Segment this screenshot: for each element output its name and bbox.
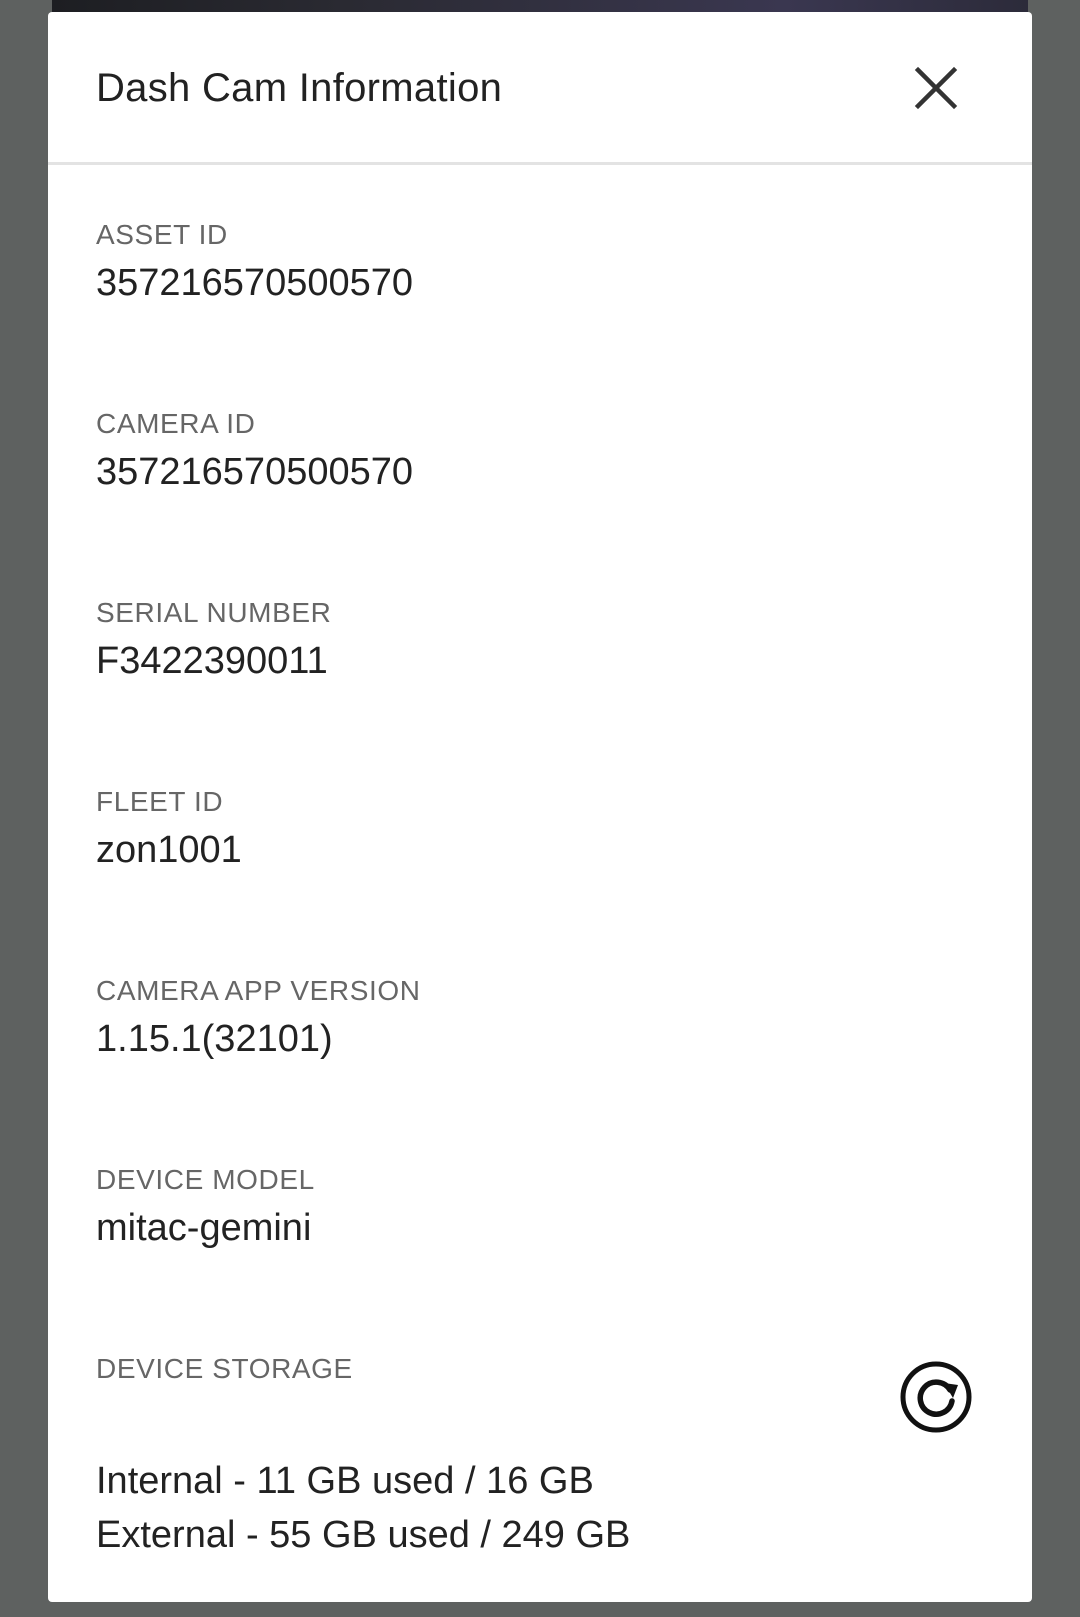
camera-id-value: 357216570500570	[96, 451, 414, 493]
serial-number-label: SERIAL NUMBER	[96, 597, 332, 628]
external-storage-text: External - 55 GB used / 249 GB	[96, 1514, 631, 1556]
asset-id-field: ASSET ID 357216570500570	[96, 218, 413, 306]
device-storage-label: DEVICE STORAGE	[96, 1353, 353, 1384]
asset-id-label: ASSET ID	[96, 219, 228, 250]
refresh-icon	[900, 1361, 972, 1433]
refresh-storage-button[interactable]	[898, 1359, 974, 1435]
close-icon	[914, 66, 958, 110]
storage-details: Internal - 11 GB used / 16 GB External -…	[96, 1454, 630, 1562]
fleet-id-label: FLEET ID	[96, 786, 224, 817]
fleet-id-field: FLEET ID zon1001	[96, 785, 242, 873]
camera-app-version-value: 1.15.1(32101)	[96, 1018, 333, 1060]
serial-number-field: SERIAL NUMBER F3422390011	[96, 596, 331, 684]
camera-id-field: CAMERA ID 357216570500570	[96, 407, 413, 495]
serial-number-value: F3422390011	[96, 640, 328, 682]
device-model-value: mitac-gemini	[96, 1207, 312, 1249]
close-button[interactable]	[908, 60, 964, 116]
asset-id-value: 357216570500570	[96, 262, 414, 304]
camera-app-version-label: CAMERA APP VERSION	[96, 975, 421, 1006]
device-model-field: DEVICE MODEL mitac-gemini	[96, 1163, 315, 1251]
device-storage-field: DEVICE STORAGE	[96, 1352, 353, 1386]
camera-id-label: CAMERA ID	[96, 408, 256, 439]
internal-storage-text: Internal - 11 GB used / 16 GB	[96, 1460, 594, 1502]
dialog-title: Dash Cam Information	[96, 66, 503, 110]
dialog-header: Dash Cam Information	[48, 12, 1032, 165]
dash-cam-info-dialog: Dash Cam Information ASSET ID 3572165705…	[48, 12, 1032, 1602]
device-model-label: DEVICE MODEL	[96, 1164, 315, 1195]
fleet-id-value: zon1001	[96, 829, 242, 871]
camera-app-version-field: CAMERA APP VERSION 1.15.1(32101)	[96, 974, 421, 1062]
